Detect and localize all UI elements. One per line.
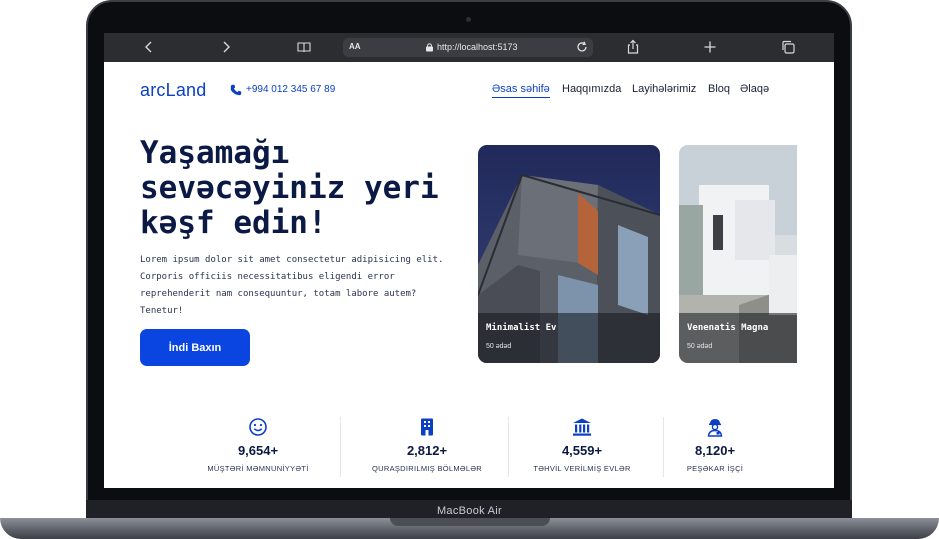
stat-satisfaction: 9,654+ MÜŞTƏRİ MƏMNUNİYYƏTİ	[183, 417, 333, 473]
camera-dot	[466, 17, 471, 22]
model-label: MacBook Air	[436, 505, 503, 517]
nav-home[interactable]: Əsas səhifə	[492, 83, 550, 98]
nav-about[interactable]: Haqqımızda	[562, 83, 621, 95]
building-icon	[421, 418, 433, 436]
address-bar[interactable]: AA http://localhost:5173	[343, 38, 593, 57]
stat-value: 2,812+	[406, 443, 448, 458]
view-now-button[interactable]: İndi Baxın	[140, 329, 250, 366]
url-text: http://localhost:5173	[437, 42, 518, 52]
bank-icon	[573, 418, 591, 436]
reload-icon[interactable]	[575, 40, 589, 54]
stat-value: 9,654+	[237, 443, 279, 458]
stat-label: MÜŞTƏRİ MƏMNUNİYYƏTİ	[207, 464, 309, 473]
smile-icon	[249, 418, 267, 436]
hero-title: Yaşamağı sevəcəyiniz yeri kəşf edin!	[140, 135, 439, 241]
phone-number[interactable]: +994 012 345 67 89	[246, 84, 335, 95]
lock-icon	[426, 43, 433, 52]
stat-delivered: 4,559+ TƏHVİL VERİLMİŞ EVLƏR	[507, 417, 657, 473]
stat-workers: 8,120+ PEŞƏKAR İŞÇİ	[640, 417, 790, 473]
stat-label: PEŞƏKAR İŞÇİ	[686, 464, 744, 473]
card-subtitle: 50 ədəd	[687, 343, 713, 350]
share-icon[interactable]	[625, 39, 641, 55]
laptop-notch	[390, 518, 550, 526]
hero-description: Lorem ipsum dolor sit amet consectetur a…	[140, 255, 444, 316]
stat-divider	[340, 417, 341, 477]
card-title: Minimalist Ev	[486, 323, 557, 333]
property-card[interactable]: Minimalist Ev 50 ədəd	[478, 145, 660, 363]
back-icon[interactable]	[141, 39, 157, 55]
stat-value: 8,120+	[694, 443, 736, 458]
card-subtitle: 50 ədəd	[486, 343, 512, 350]
card-title: Venenatis Magna	[687, 323, 769, 333]
site-logo[interactable]: arcLand	[140, 80, 206, 101]
stat-label: QURAŞDIRILMIŞ BÖLMƏLƏR	[372, 464, 482, 473]
card-overlay	[478, 313, 660, 363]
new-tab-icon[interactable]	[702, 39, 718, 55]
stat-value: 4,559+	[561, 443, 603, 458]
stat-label: TƏHVİL VERİLMİŞ EVLƏR	[533, 464, 631, 473]
card-overlay	[679, 313, 797, 363]
forward-icon[interactable]	[218, 39, 234, 55]
text-size-button[interactable]: AA	[349, 42, 361, 51]
browser-screen: AA http://localhost:5173 arcLand +994 01…	[104, 33, 834, 488]
nav-blog[interactable]: Bloq	[708, 83, 730, 95]
browser-toolbar: AA http://localhost:5173	[104, 33, 834, 62]
nav-contact[interactable]: Əlaqə	[740, 83, 769, 95]
phone-icon	[230, 84, 242, 96]
property-card[interactable]: Venenatis Magna 50 ədəd	[679, 145, 797, 363]
nav-projects[interactable]: Layihələrimiz	[632, 83, 696, 95]
bookmarks-icon[interactable]	[296, 39, 312, 55]
stat-sections: 2,812+ QURAŞDIRILMIŞ BÖLMƏLƏR	[352, 417, 502, 473]
tabs-overview-icon[interactable]	[780, 39, 796, 55]
worker-icon	[707, 419, 723, 437]
